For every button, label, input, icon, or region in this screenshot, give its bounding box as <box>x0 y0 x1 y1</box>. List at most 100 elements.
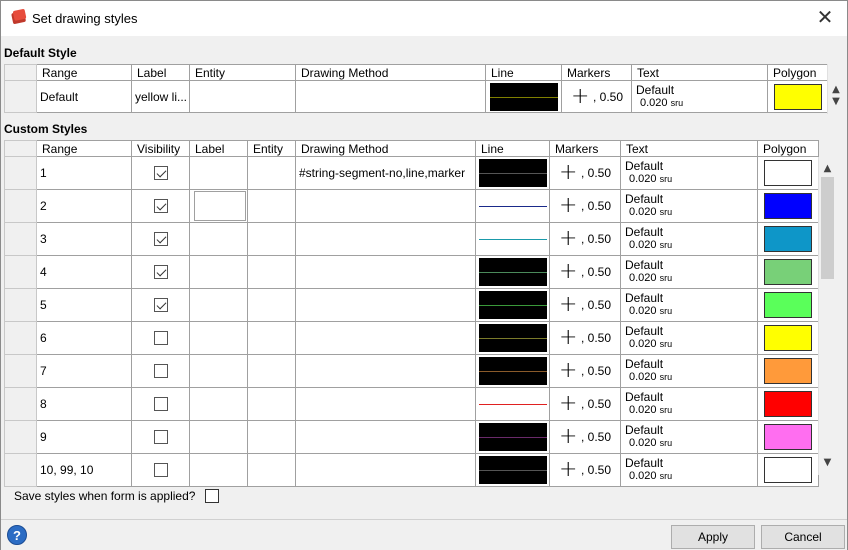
range-cell[interactable]: 6 <box>36 321 132 355</box>
markers-cell[interactable]: +, 0.50 <box>549 354 621 388</box>
drawing-method-cell[interactable] <box>295 255 476 289</box>
markers-cell[interactable]: +, 0.50 <box>549 288 621 322</box>
line-cell[interactable] <box>475 222 550 256</box>
label-cell[interactable] <box>189 453 248 487</box>
drawing-method-cell[interactable] <box>295 80 486 113</box>
help-icon[interactable]: ? <box>7 525 27 545</box>
visibility-cell[interactable] <box>131 255 190 289</box>
line-cell[interactable] <box>475 189 550 223</box>
line-cell[interactable] <box>475 453 550 487</box>
scroll-down-icon[interactable]: ▼ <box>819 455 836 471</box>
text-cell[interactable]: Default 0.020 sru <box>620 222 758 256</box>
text-cell[interactable]: Default 0.020 sru <box>620 288 758 322</box>
entity-cell[interactable] <box>247 189 296 223</box>
range-cell[interactable]: 9 <box>36 420 132 454</box>
polygon-cell[interactable] <box>757 453 819 487</box>
polygon-cell[interactable] <box>757 156 819 190</box>
visibility-cell[interactable] <box>131 321 190 355</box>
col-entity[interactable]: Entity <box>189 64 296 81</box>
col-range[interactable]: Range <box>36 140 132 157</box>
text-cell[interactable]: Default 0.020 sru <box>631 80 768 113</box>
markers-cell[interactable]: +, 0.50 <box>549 189 621 223</box>
visibility-checkbox[interactable] <box>153 331 168 345</box>
visibility-checkbox[interactable] <box>153 430 168 444</box>
custom-scrollbar[interactable]: ▲ ▼ <box>818 157 836 475</box>
polygon-cell[interactable] <box>757 387 819 421</box>
markers-cell[interactable]: +, 0.50 <box>549 321 621 355</box>
row-header[interactable] <box>4 255 37 289</box>
range-cell[interactable]: 8 <box>36 387 132 421</box>
visibility-cell[interactable] <box>131 288 190 322</box>
visibility-cell[interactable] <box>131 222 190 256</box>
default-scrollbar[interactable]: ▲ ▼ <box>827 64 844 114</box>
col-markers[interactable]: Markers <box>561 64 632 81</box>
visibility-checkbox[interactable] <box>153 364 168 378</box>
drawing-method-cell[interactable] <box>295 321 476 355</box>
row-header[interactable] <box>4 80 37 113</box>
row-header[interactable] <box>4 189 37 223</box>
range-cell[interactable]: 7 <box>36 354 132 388</box>
col-text[interactable]: Text <box>620 140 758 157</box>
scroll-down-icon[interactable]: ▼ <box>828 94 844 110</box>
line-cell[interactable] <box>475 255 550 289</box>
markers-cell[interactable]: +, 0.50 <box>549 255 621 289</box>
visibility-checkbox[interactable] <box>153 199 168 213</box>
text-cell[interactable]: Default 0.020 sru <box>620 189 758 223</box>
col-markers[interactable]: Markers <box>549 140 621 157</box>
range-cell[interactable]: 5 <box>36 288 132 322</box>
range-cell[interactable]: Default <box>36 80 132 113</box>
entity-cell[interactable] <box>247 288 296 322</box>
line-cell[interactable] <box>475 420 550 454</box>
row-header[interactable] <box>4 288 37 322</box>
label-cell[interactable] <box>189 321 248 355</box>
label-cell[interactable] <box>189 354 248 388</box>
row-header[interactable] <box>4 453 37 487</box>
line-cell[interactable] <box>485 80 562 113</box>
line-cell[interactable] <box>475 354 550 388</box>
col-range[interactable]: Range <box>36 64 132 81</box>
col-line[interactable]: Line <box>475 140 550 157</box>
label-cell[interactable] <box>189 288 248 322</box>
col-polygon[interactable]: Polygon <box>767 64 828 81</box>
markers-cell[interactable]: +, 0.50 <box>549 222 621 256</box>
entity-cell[interactable] <box>247 387 296 421</box>
markers-cell[interactable]: +, 0.50 <box>561 80 632 113</box>
text-cell[interactable]: Default 0.020 sru <box>620 453 758 487</box>
col-label[interactable]: Label <box>131 64 190 81</box>
polygon-cell[interactable] <box>757 420 819 454</box>
line-cell[interactable] <box>475 288 550 322</box>
row-header[interactable] <box>4 321 37 355</box>
label-cell[interactable] <box>189 156 248 190</box>
polygon-cell[interactable] <box>757 288 819 322</box>
label-input[interactable] <box>194 191 246 221</box>
entity-cell[interactable] <box>247 420 296 454</box>
row-header[interactable] <box>4 354 37 388</box>
entity-cell[interactable] <box>189 80 296 113</box>
label-cell[interactable] <box>189 420 248 454</box>
visibility-checkbox[interactable] <box>153 463 168 477</box>
scroll-up-icon[interactable]: ▲ <box>819 161 836 177</box>
entity-cell[interactable] <box>247 453 296 487</box>
range-cell[interactable]: 10, 99, 10 <box>36 453 132 487</box>
label-cell[interactable] <box>189 387 248 421</box>
visibility-cell[interactable] <box>131 354 190 388</box>
text-cell[interactable]: Default 0.020 sru <box>620 420 758 454</box>
row-header[interactable] <box>4 156 37 190</box>
visibility-checkbox[interactable] <box>153 166 168 180</box>
entity-cell[interactable] <box>247 354 296 388</box>
text-cell[interactable]: Default 0.020 sru <box>620 354 758 388</box>
text-cell[interactable]: Default 0.020 sru <box>620 321 758 355</box>
label-cell[interactable]: yellow li... <box>131 80 190 113</box>
col-polygon[interactable]: Polygon <box>757 140 819 157</box>
col-line[interactable]: Line <box>485 64 562 81</box>
entity-cell[interactable] <box>247 255 296 289</box>
range-cell[interactable]: 2 <box>36 189 132 223</box>
drawing-method-cell[interactable] <box>295 354 476 388</box>
polygon-cell[interactable] <box>767 80 828 113</box>
range-cell[interactable]: 1 <box>36 156 132 190</box>
text-cell[interactable]: Default 0.020 sru <box>620 255 758 289</box>
visibility-cell[interactable] <box>131 420 190 454</box>
visibility-cell[interactable] <box>131 156 190 190</box>
line-cell[interactable] <box>475 321 550 355</box>
drawing-method-cell[interactable] <box>295 387 476 421</box>
